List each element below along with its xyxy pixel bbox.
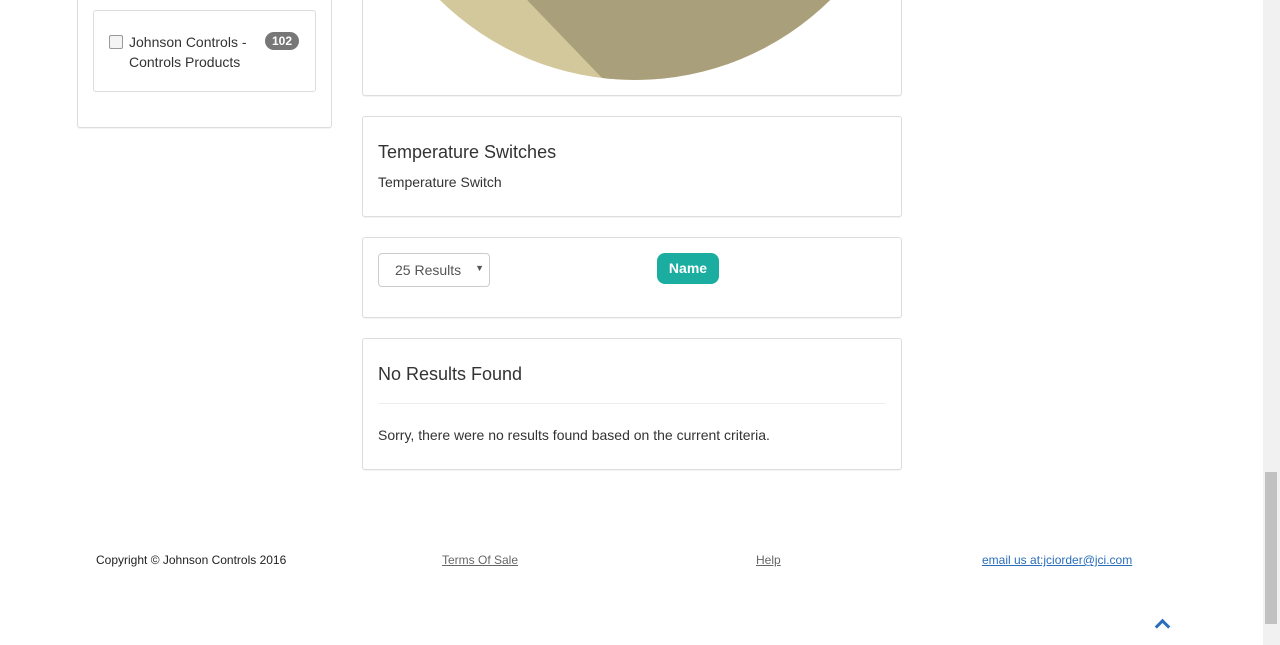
brand-filter-label[interactable]: Johnson Controls - Controls Products (129, 32, 259, 72)
product-image (363, 0, 901, 80)
scrollbar-thumb[interactable] (1265, 472, 1277, 624)
terms-link[interactable]: Terms Of Sale (442, 553, 518, 567)
help-link[interactable]: Help (756, 553, 781, 567)
category-subtitle: Temperature Switch (378, 174, 502, 190)
chevron-down-icon: ▼ (475, 263, 484, 273)
sort-name-button[interactable]: Name (657, 253, 719, 284)
controls-panel: 25 Results ▼ Name (362, 237, 902, 318)
divider (378, 403, 886, 404)
scrollbar[interactable] (1263, 0, 1280, 645)
page-size-select[interactable]: 25 Results ▼ (378, 253, 490, 287)
results-panel: No Results Found Sorry, there were no re… (362, 338, 902, 470)
copyright: Copyright © Johnson Controls 2016 (96, 553, 287, 567)
back-to-top-icon[interactable] (1154, 618, 1171, 635)
pie-slice-dark (363, 0, 901, 80)
brand-filter-checkbox[interactable] (109, 35, 123, 49)
page-size-value: 25 Results (395, 262, 462, 278)
image-panel (362, 0, 902, 96)
brand-filter-count: 102 (265, 32, 300, 50)
category-panel: Temperature Switches Temperature Switch (362, 116, 902, 217)
results-title: No Results Found (378, 364, 523, 384)
email-link[interactable]: email us at:jciorder@jci.com (982, 553, 1132, 567)
results-message: Sorry, there were no results found based… (378, 427, 770, 443)
category-title: Temperature Switches (378, 142, 557, 162)
